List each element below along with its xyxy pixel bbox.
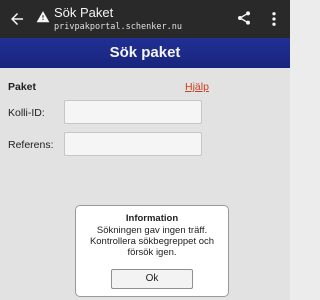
dialog-title: Information — [125, 213, 179, 224]
dialog-message: Sökningen gav ingen träff. Kontrollera s… — [89, 225, 215, 258]
information-dialog: Information Sökningen gav ingen träff. K… — [75, 205, 229, 297]
ok-button[interactable]: Ok — [111, 269, 193, 289]
